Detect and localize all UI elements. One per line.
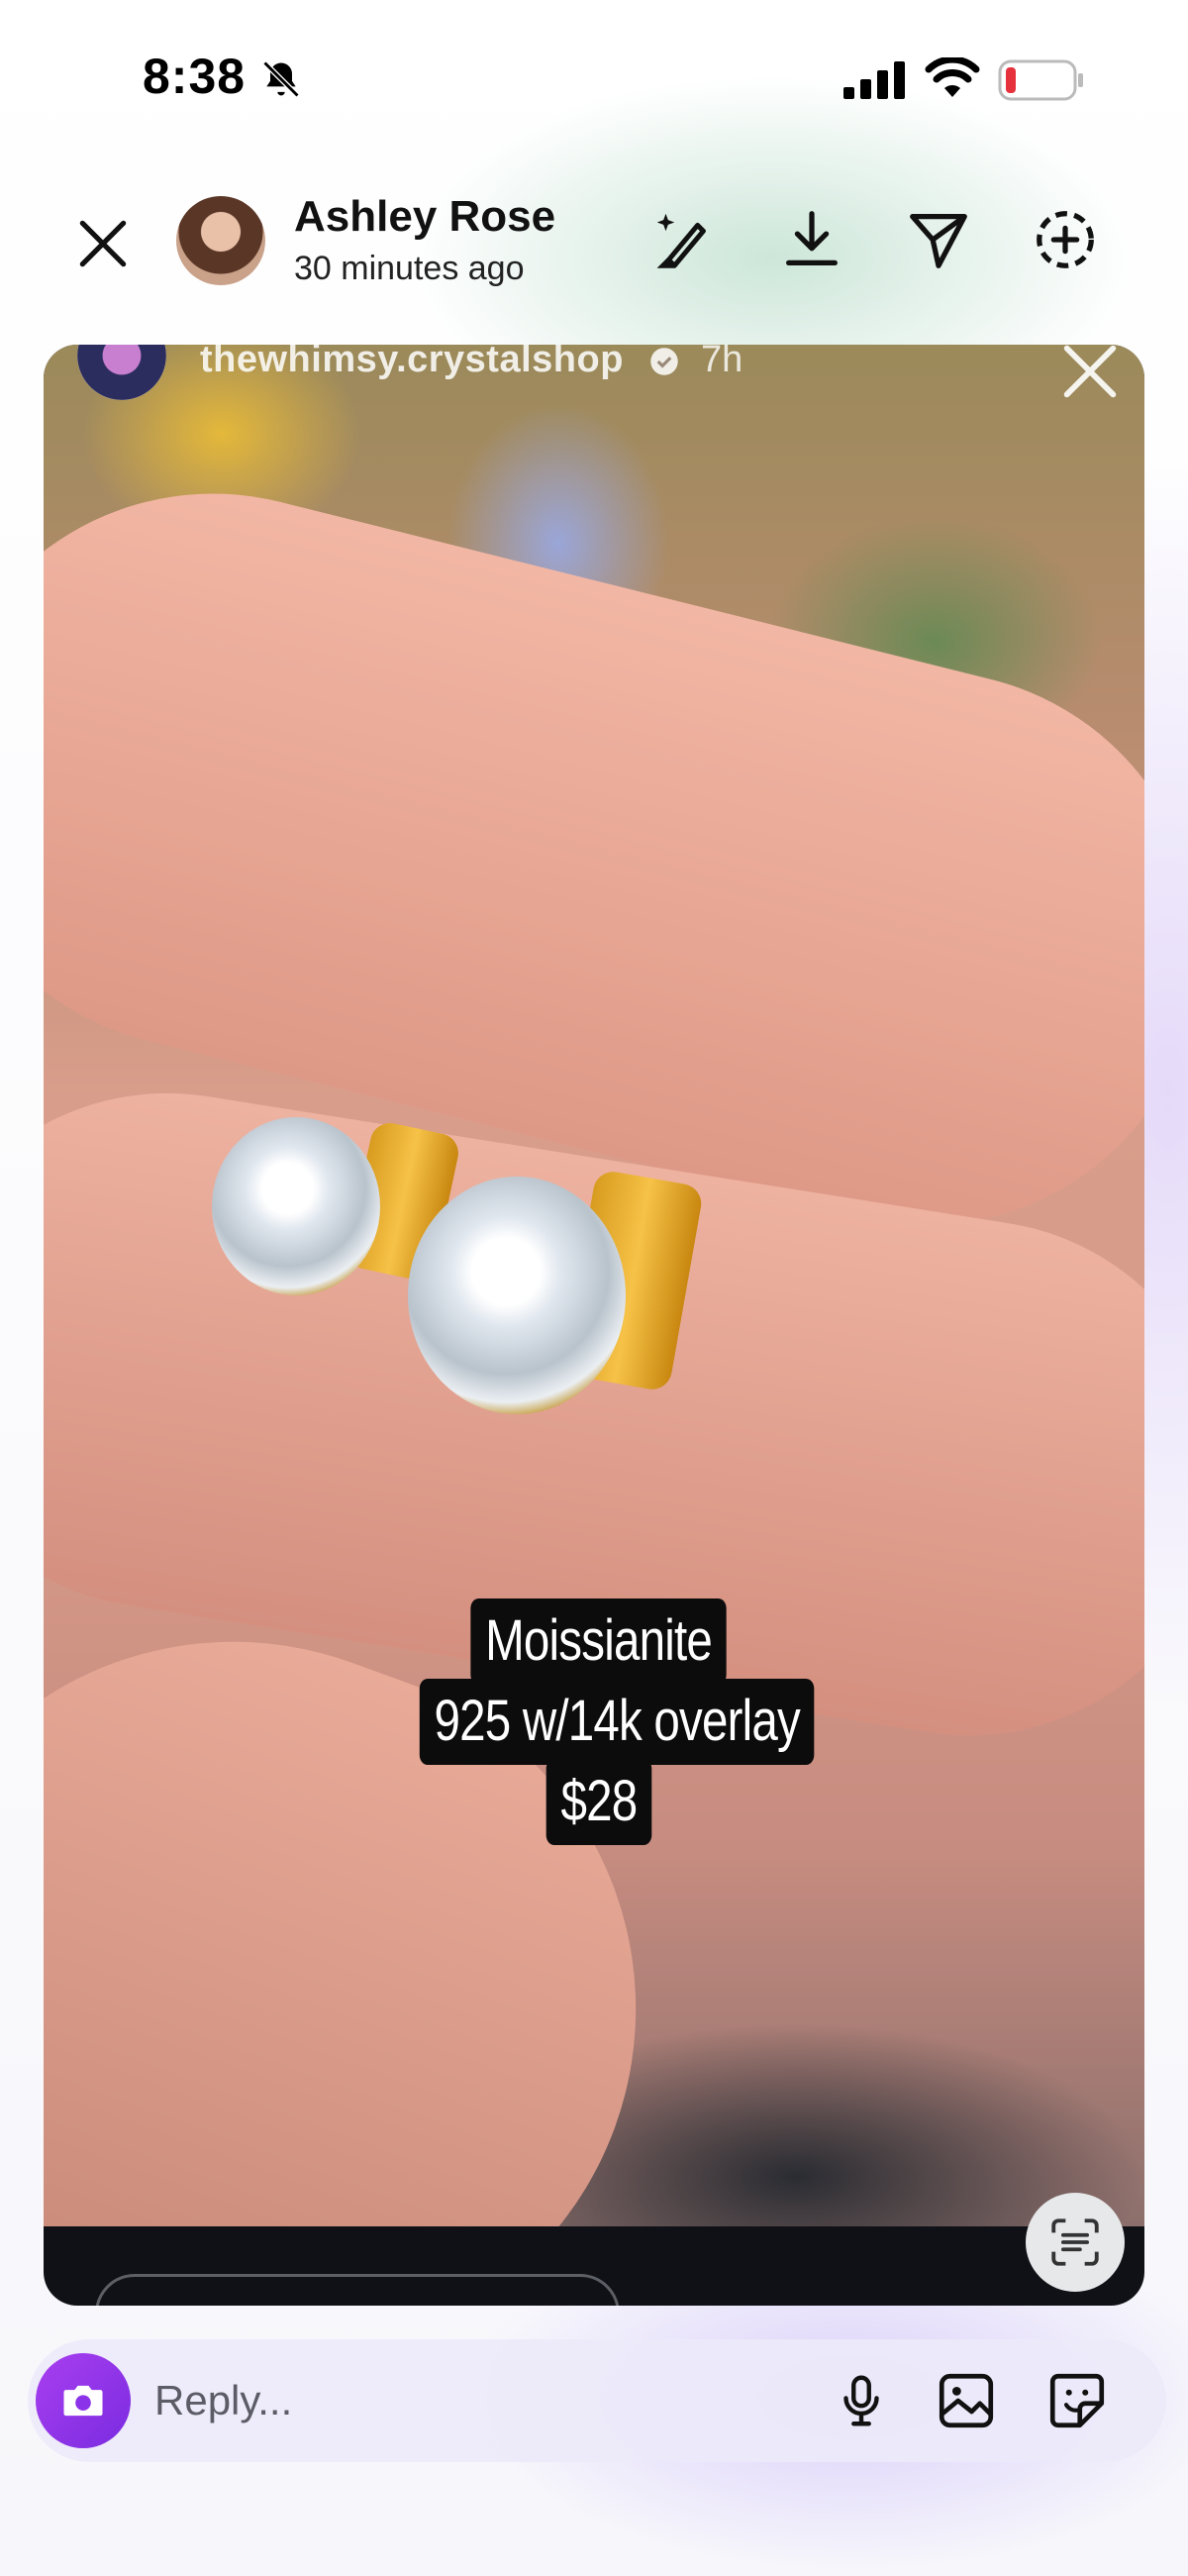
gallery-icon xyxy=(939,2373,994,2428)
story-header: thewhimsy.crystalshop 7h xyxy=(44,345,1144,434)
download-button[interactable] xyxy=(774,202,849,277)
user-name[interactable]: Ashley Rose xyxy=(294,192,555,242)
close-icon xyxy=(79,220,127,267)
story-caption: Moissianite 925 w/14k overlay $28 xyxy=(376,1598,822,1846)
gallery-button[interactable] xyxy=(927,2361,1006,2440)
battery-low-icon xyxy=(998,59,1083,101)
verified-badge-icon xyxy=(650,348,678,375)
posted-time: 30 minutes ago xyxy=(294,250,525,287)
avatar[interactable] xyxy=(176,196,265,285)
close-icon[interactable] xyxy=(1055,345,1125,406)
sticker-icon xyxy=(1049,2373,1105,2428)
story-photo[interactable] xyxy=(44,345,1144,2226)
caption-line: $28 xyxy=(545,1759,652,1846)
story-card[interactable]: thewhimsy.crystalshop 7h Moissianite 925… xyxy=(44,345,1144,2306)
cellular-signal-icon xyxy=(843,61,905,99)
bell-slash-icon xyxy=(262,60,300,98)
send-icon xyxy=(910,214,967,268)
add-circle-icon xyxy=(1037,211,1094,268)
shop-avatar[interactable] xyxy=(77,345,166,400)
earring-stone xyxy=(212,1117,380,1295)
scan-text-button[interactable] xyxy=(1026,2193,1125,2292)
caption-line: Moissianite xyxy=(470,1598,728,1686)
close-button[interactable] xyxy=(65,206,141,281)
sparkle-brush-icon xyxy=(656,213,706,268)
shop-name[interactable]: thewhimsy.crystalshop xyxy=(200,345,624,381)
add-to-story-button[interactable] xyxy=(1028,202,1103,277)
caption-line: 925 w/14k overlay xyxy=(419,1679,815,1766)
camera-button[interactable] xyxy=(36,2353,131,2448)
earring-stone xyxy=(408,1177,626,1414)
status-time: 8:38 xyxy=(143,49,247,104)
scan-text-icon xyxy=(1051,2218,1099,2266)
shop-time: 7h xyxy=(701,345,743,380)
effects-button[interactable] xyxy=(645,202,721,277)
reply-input[interactable] xyxy=(154,2371,669,2430)
camera-icon xyxy=(63,2385,103,2417)
story-link-pill[interactable] xyxy=(95,2274,620,2306)
download-icon xyxy=(786,211,838,265)
status-bar: 8:38 xyxy=(0,0,1188,158)
sticker-button[interactable] xyxy=(1038,2361,1117,2440)
voice-button[interactable] xyxy=(822,2361,901,2440)
wifi-icon xyxy=(925,57,980,97)
microphone-icon xyxy=(843,2375,879,2426)
share-button[interactable] xyxy=(901,202,976,277)
